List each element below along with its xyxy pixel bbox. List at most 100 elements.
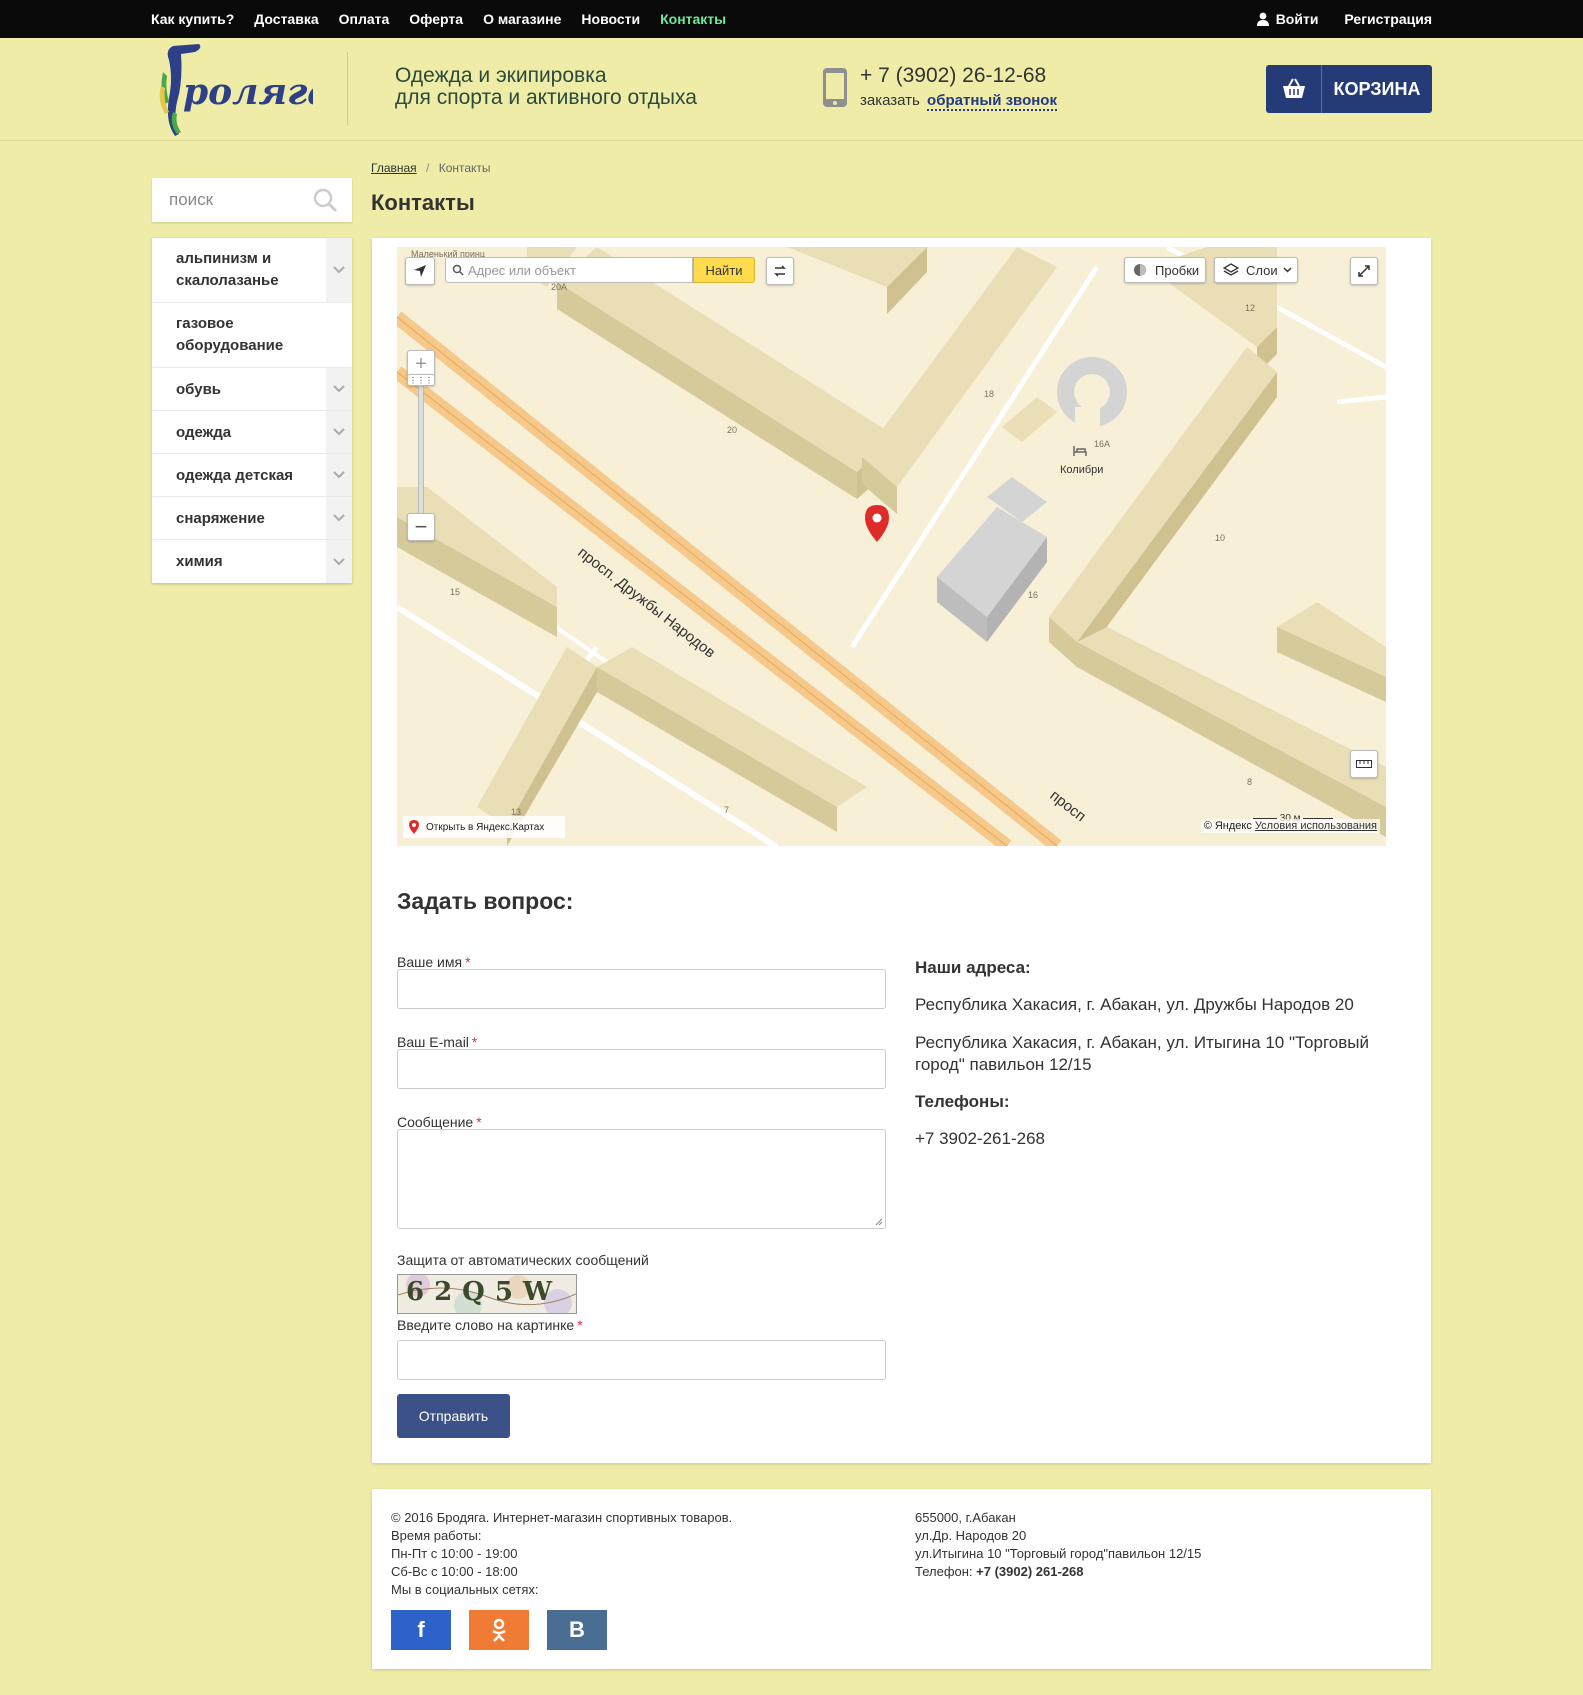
zoom-slider[interactable]: [418, 383, 424, 528]
layers-icon: [1223, 263, 1239, 276]
cart-button[interactable]: КОРЗИНА: [1266, 65, 1432, 113]
hotel-icon: [1073, 446, 1087, 456]
required-mark: *: [471, 1034, 478, 1050]
menu-item-footwear[interactable]: обувь: [152, 368, 352, 411]
category-menu: альпинизм и скалолазанье газовое оборудо…: [152, 238, 352, 583]
menu-item-clothing[interactable]: одежда: [152, 411, 352, 454]
search-icon[interactable]: [312, 187, 338, 213]
cart-label: КОРЗИНА: [1333, 78, 1421, 99]
breadcrumb-home[interactable]: Главная: [371, 161, 417, 175]
facebook-button[interactable]: f: [391, 1610, 451, 1650]
breadcrumb-current: Контакты: [438, 161, 491, 175]
menu-item-gas-equipment[interactable]: газовое оборудование: [152, 303, 352, 368]
message-label: Сообщение *: [397, 1114, 482, 1130]
open-in-yandex-maps-link[interactable]: Открыть в Яндекс.Картах: [403, 816, 565, 838]
main-content: Маленький принц 20А 20 18 12 16А 10 16 1…: [372, 238, 1431, 1463]
map-building-label: 12: [1245, 303, 1256, 313]
breadcrumb-separator: /: [426, 161, 430, 175]
basket-icon: [1266, 65, 1322, 113]
contacts-info: Наши адреса: Республика Хакасия, г. Абак…: [915, 958, 1405, 1166]
footer-address: 655000, г.Абакан ул.Др. Народов 20 ул.Ит…: [915, 1509, 1201, 1581]
traffic-button[interactable]: Пробки: [1124, 257, 1206, 283]
layers-dropdown[interactable]: Слои: [1214, 257, 1298, 283]
chevron-down-icon[interactable]: [326, 454, 352, 496]
menu-item-label: альпинизм и скалолазанье: [176, 250, 279, 289]
footer-phone-number[interactable]: +7 (3902) 261-268: [976, 1564, 1083, 1579]
geolocation-button[interactable]: [405, 257, 435, 285]
address-2: Республика Хакасия, г. Абакан, ул. Итыги…: [915, 1033, 1369, 1074]
ruler-button[interactable]: [1350, 750, 1378, 778]
header-phone[interactable]: + 7 (3902) 26-12-68: [860, 64, 1046, 88]
map-building-label: 20: [727, 425, 738, 435]
menu-item-gear[interactable]: снаряжение: [152, 497, 352, 540]
callback-link[interactable]: обратный звонок: [927, 92, 1057, 111]
zoom-out-button[interactable]: −: [407, 513, 435, 541]
nav-about[interactable]: О магазине: [483, 11, 561, 27]
nav-payment[interactable]: Оплата: [339, 11, 390, 27]
nav-contacts[interactable]: Контакты: [660, 11, 726, 27]
nav-offer[interactable]: Оферта: [409, 11, 463, 27]
zoom-slider-handle[interactable]: ⋮⋮⋮: [407, 374, 435, 386]
chevron-down-icon[interactable]: [326, 497, 352, 539]
map-building-label: 10: [1215, 533, 1226, 543]
vkontakte-button[interactable]: B: [547, 1610, 607, 1650]
chevron-down-icon[interactable]: [326, 238, 352, 302]
fullscreen-button[interactable]: [1350, 257, 1378, 285]
map-pin-icon: [409, 820, 419, 834]
menu-item-chemistry[interactable]: химия: [152, 540, 352, 583]
required-mark: *: [577, 1317, 583, 1333]
footer-address-line-2: ул.Др. Народов 20: [915, 1528, 1027, 1543]
map-building-label: 8: [1247, 777, 1253, 787]
map-find-button[interactable]: Найти: [693, 257, 755, 283]
chevron-down-icon: [1283, 267, 1292, 273]
nav-how-to-buy[interactable]: Как купить?: [151, 11, 234, 27]
account-links: Войти Регистрация: [1256, 0, 1432, 38]
required-mark: *: [465, 954, 471, 970]
route-button[interactable]: [766, 257, 794, 285]
menu-item-kids-clothing[interactable]: одежда детская: [152, 454, 352, 497]
captcha-input-label-text: Введите слово на картинке: [397, 1317, 575, 1333]
map-canvas[interactable]: [397, 247, 1386, 846]
captcha-label: Защита от автоматических сообщений: [397, 1252, 649, 1268]
footer-hours-title: Время работы:: [391, 1528, 482, 1543]
required-mark: *: [476, 1114, 482, 1130]
chevron-down-icon[interactable]: [326, 368, 352, 410]
logo[interactable]: роляга: [155, 42, 313, 137]
message-label-text: Сообщение: [397, 1114, 474, 1130]
nav-delivery[interactable]: Доставка: [254, 11, 318, 27]
footer-address-line-3: ул.Итыгина 10 "Торговый город"павильон 1…: [915, 1546, 1202, 1561]
top-navigation-bar: Как купить? Доставка Оплата Оферта О маг…: [0, 0, 1583, 38]
resize-handle-icon[interactable]: [875, 1218, 883, 1226]
footer-phone-prefix: Телефон:: [915, 1564, 973, 1579]
menu-item-climbing[interactable]: альпинизм и скалолазанье: [152, 238, 352, 303]
site-footer: © 2016 Бродяга. Интернет-магазин спортив…: [372, 1489, 1431, 1669]
map-building-label: 7: [724, 805, 730, 815]
header-divider: [347, 52, 348, 126]
nav-news[interactable]: Новости: [581, 11, 640, 27]
email-field[interactable]: [397, 1049, 886, 1089]
submit-button[interactable]: Отправить: [397, 1394, 510, 1438]
email-label-text: Ваш E-mail: [397, 1034, 469, 1050]
callback-prefix: заказать: [860, 92, 920, 109]
yandex-map[interactable]: Маленький принц 20А 20 18 12 16А 10 16 1…: [397, 247, 1386, 846]
tagline-line-2: для спорта и активного отдыха: [395, 86, 697, 109]
footer-address-line-1: 655000, г.Абакан: [915, 1510, 1016, 1525]
register-link[interactable]: Регистрация: [1344, 11, 1432, 27]
search-input[interactable]: [152, 178, 319, 222]
name-field[interactable]: [397, 969, 886, 1009]
page-title: Контакты: [371, 190, 475, 215]
odnoklassniki-button[interactable]: [469, 1610, 529, 1650]
map-terms-link[interactable]: Условия использования: [1255, 820, 1377, 832]
traffic-label: Пробки: [1155, 262, 1200, 278]
map-search-input[interactable]: Адрес или объект: [445, 257, 693, 283]
map-building-label: 16А: [1094, 439, 1111, 449]
login-link[interactable]: Войти: [1256, 11, 1318, 27]
captcha-input[interactable]: [397, 1340, 886, 1380]
search-icon: [452, 264, 464, 276]
chevron-down-icon[interactable]: [326, 540, 352, 583]
menu-item-label: одежда детская: [176, 466, 294, 484]
chevron-down-icon[interactable]: [326, 411, 352, 453]
message-textarea[interactable]: [397, 1129, 886, 1229]
footer-info: © 2016 Бродяга. Интернет-магазин спортив…: [391, 1509, 732, 1599]
menu-item-label: снаряжение: [176, 509, 265, 527]
